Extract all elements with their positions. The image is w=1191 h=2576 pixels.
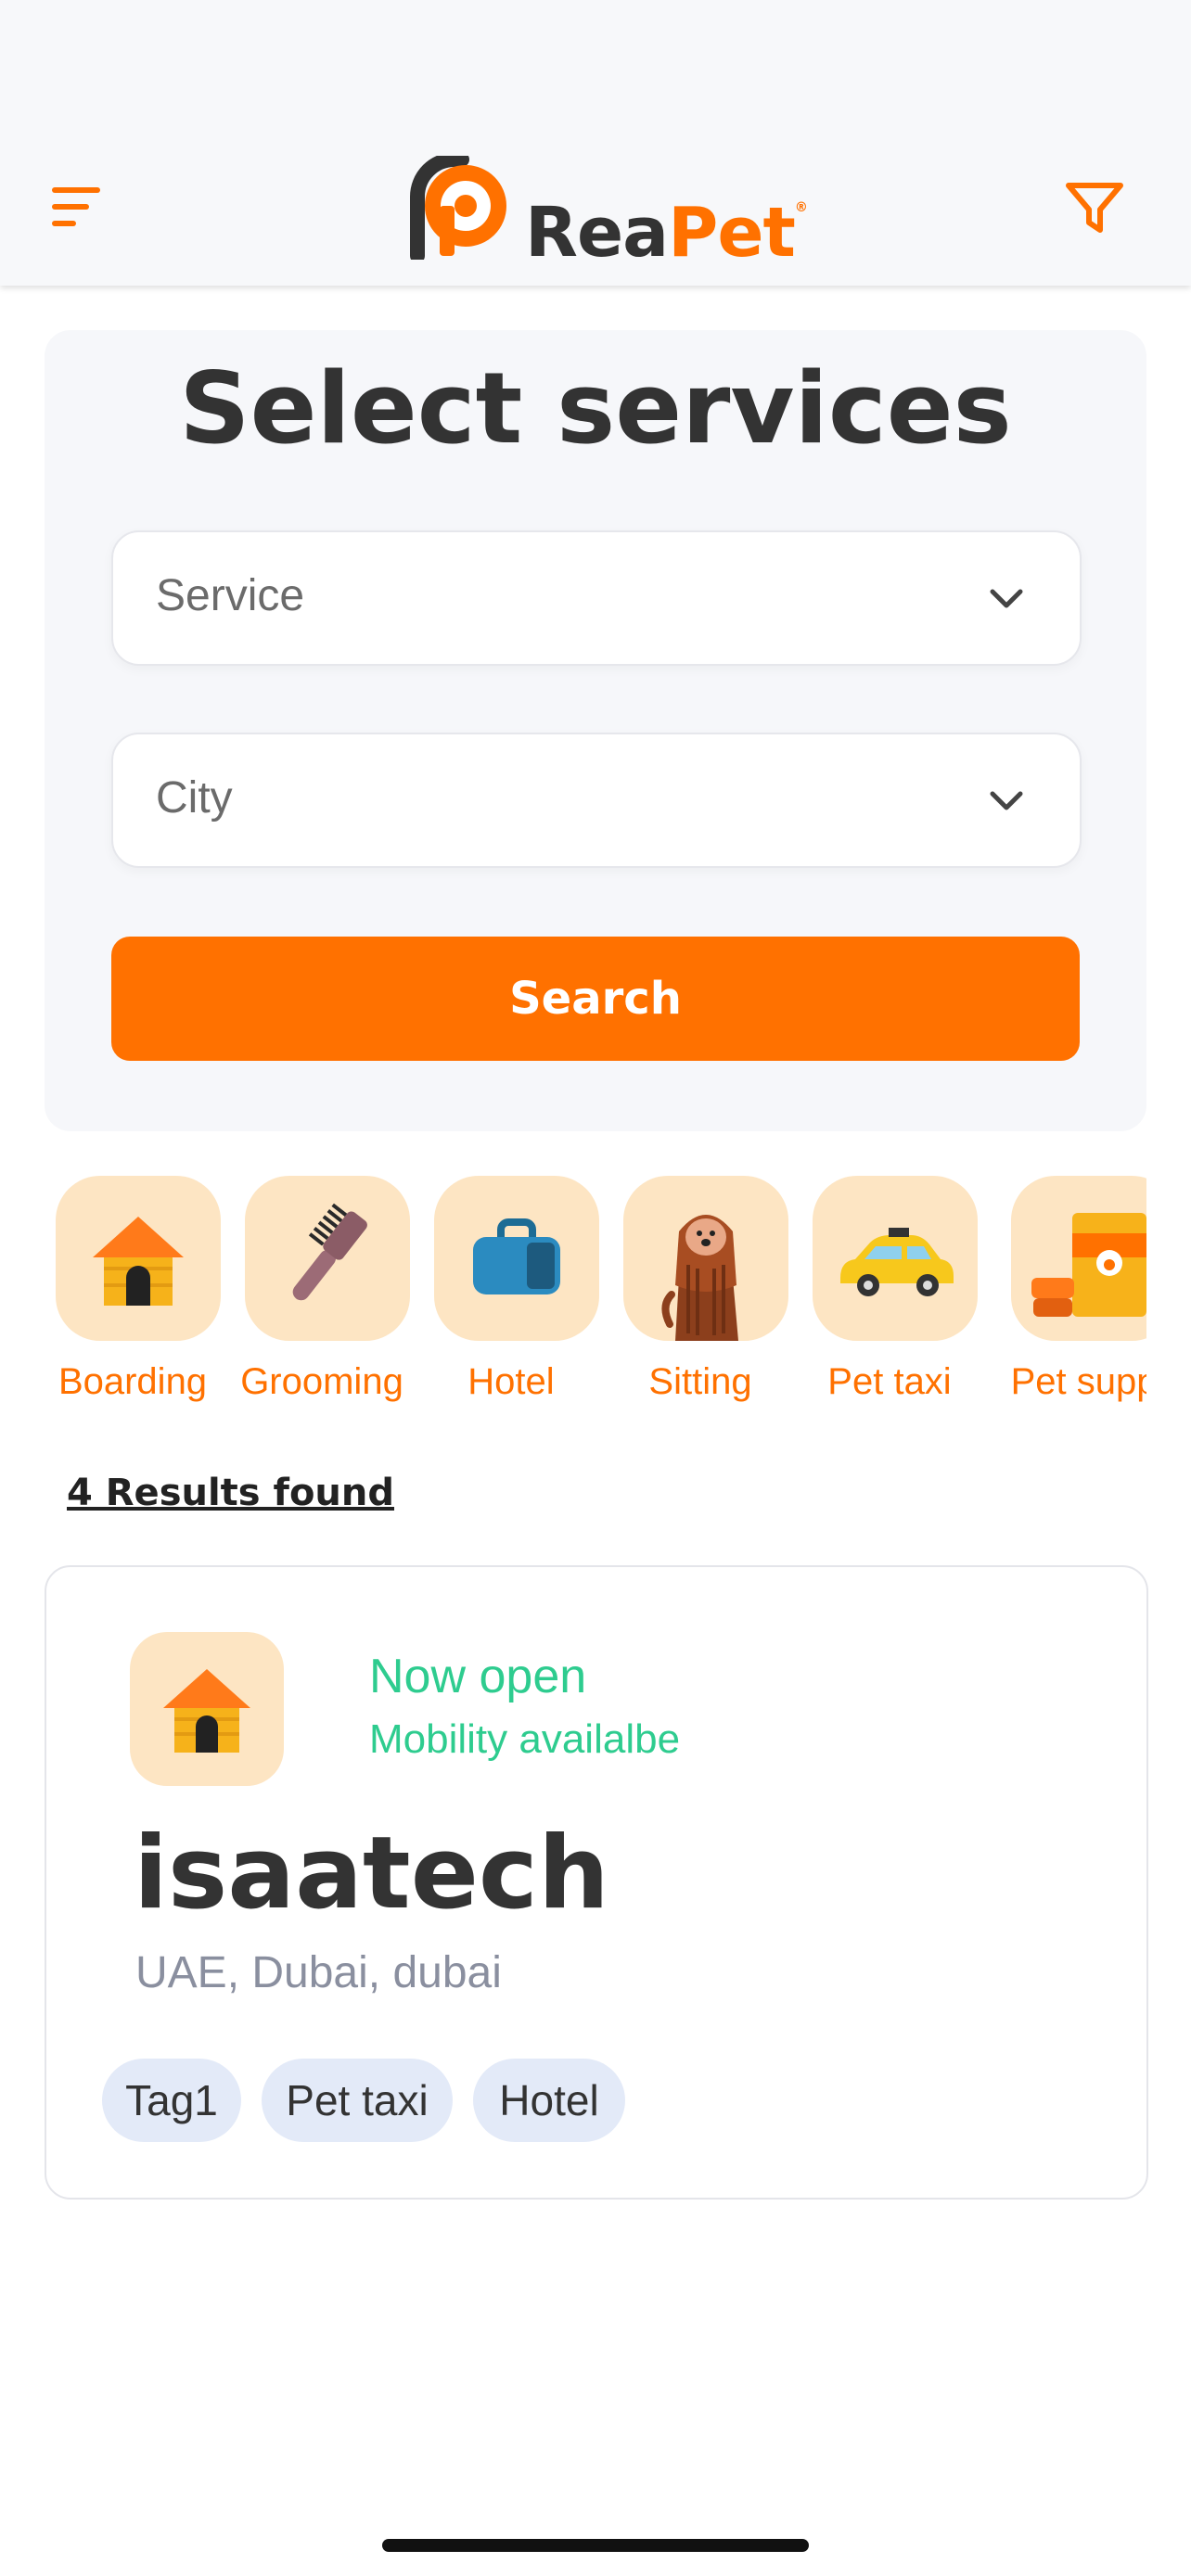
top-bar: ReaPet® xyxy=(0,0,1191,286)
category-hotel[interactable]: Hotel xyxy=(423,1176,599,1417)
category-pet-taxi[interactable]: Pet taxi xyxy=(801,1176,978,1417)
page-title: Select services xyxy=(179,351,1012,465)
taxi-car-icon xyxy=(840,1228,954,1296)
logo: ReaPet® xyxy=(408,156,808,273)
category-pet-supplies[interactable]: Pet suppl xyxy=(1000,1176,1146,1417)
category-label: Hotel xyxy=(467,1361,555,1402)
category-tile xyxy=(56,1176,221,1341)
logo-text-pet: Pet xyxy=(668,193,796,273)
search-panel: Select services Service City Search xyxy=(45,330,1146,1131)
tag-chip[interactable]: Tag1 xyxy=(102,2059,241,2142)
tag-chip[interactable]: Pet taxi xyxy=(262,2059,453,2142)
sitting-dog-icon xyxy=(661,1215,738,1341)
business-name: isaatech xyxy=(134,1816,609,1932)
category-label: Boarding xyxy=(58,1361,208,1402)
city-placeholder: City xyxy=(156,773,233,823)
status-open-text: Now open xyxy=(369,1650,587,1703)
dog-house-icon xyxy=(93,1217,184,1306)
category-tile xyxy=(623,1176,788,1341)
pet-food-icon xyxy=(1031,1213,1146,1317)
category-sitting[interactable]: Sitting xyxy=(612,1176,788,1417)
logo-p-icon xyxy=(410,156,506,260)
chevron-down-icon xyxy=(990,589,1023,608)
category-boarding[interactable]: Boarding xyxy=(45,1176,221,1417)
listing-card[interactable]: Now open Mobility availalbe isaatech UAE… xyxy=(45,1565,1148,2200)
menu-icon[interactable] xyxy=(45,184,111,232)
tag-chip[interactable]: Hotel xyxy=(473,2059,625,2142)
category-tile xyxy=(1011,1176,1146,1341)
search-button[interactable]: Search xyxy=(111,937,1080,1061)
logo-registered-mark: ® xyxy=(794,200,808,215)
home-indicator[interactable] xyxy=(382,2539,809,2552)
category-label: Grooming xyxy=(240,1361,403,1402)
mobility-text: Mobility availalbe xyxy=(369,1716,681,1762)
category-grooming[interactable]: Grooming xyxy=(234,1176,410,1417)
logo-wordmark: ReaPet® xyxy=(525,163,808,277)
service-placeholder: Service xyxy=(156,571,305,620)
city-dropdown[interactable]: City xyxy=(111,733,1082,868)
listing-icon-tile xyxy=(130,1632,284,1786)
results-count[interactable]: 4 Results found xyxy=(67,1469,394,1517)
service-dropdown[interactable]: Service xyxy=(111,530,1082,666)
grooming-brush-icon xyxy=(292,1203,367,1301)
business-location: UAE, Dubai, dubai xyxy=(135,1948,502,1997)
category-label: Sitting xyxy=(648,1361,752,1402)
pet-carrier-icon xyxy=(473,1218,560,1294)
dog-house-icon xyxy=(163,1669,250,1753)
category-tile xyxy=(434,1176,599,1341)
category-label: Pet taxi xyxy=(827,1361,952,1402)
chevron-down-icon xyxy=(990,791,1023,810)
category-tile xyxy=(245,1176,410,1341)
logo-text-rea: Rea xyxy=(525,193,669,273)
filter-icon[interactable] xyxy=(1063,176,1126,239)
category-tile xyxy=(813,1176,978,1341)
category-strip[interactable]: Boarding Grooming Hotel Sitting Pet taxi… xyxy=(45,1176,1146,1417)
category-label: Pet suppl xyxy=(1010,1361,1146,1402)
